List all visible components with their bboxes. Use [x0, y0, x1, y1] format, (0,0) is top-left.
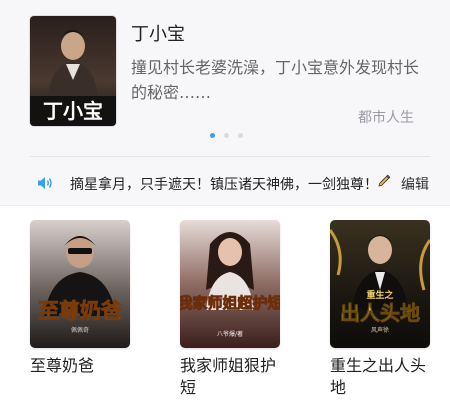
edit-button[interactable]: 编辑 — [401, 174, 429, 194]
carousel-dot-1[interactable] — [210, 133, 215, 138]
featured-book-genre: 都市人生 — [358, 110, 414, 126]
featured-book-title[interactable]: 丁小宝 — [131, 20, 185, 46]
carousel-dot-3[interactable] — [238, 133, 243, 138]
notice-marquee-text[interactable]: 摘星拿月，只手遮天！镇压诸天神佛，一剑独尊！ — [70, 174, 395, 194]
book-cover-art: 重生之 出人头地 风声徐 — [330, 220, 430, 348]
book-cover-art: 我家师姐超护短 八爷爆/著 — [180, 220, 280, 348]
book-cover[interactable]: 至尊奶爸 佩佩奇 — [30, 220, 130, 348]
book-cover-subtitle: 重生之 — [366, 289, 393, 301]
featured-cover-art: 丁小宝 — [30, 16, 116, 126]
book-cover-author: 风声徐 — [371, 326, 389, 334]
book-item[interactable]: 我家师姐超护短 八爷爆/著 我家师姐狠护短 — [180, 220, 280, 399]
book-cover[interactable]: 重生之 出人头地 风声徐 — [330, 220, 430, 348]
book-item[interactable]: 至尊奶爸 佩佩奇 至尊奶爸 — [30, 220, 130, 377]
book-cover[interactable]: 我家师姐超护短 八爷爆/著 — [180, 220, 280, 348]
featured-book-description: 撞见村长老婆洗澡，丁小宝意外发现村长的秘密…… — [131, 58, 420, 102]
book-cover-art: 至尊奶爸 佩佩奇 — [30, 220, 130, 348]
book-cover-author: 八爷爆/著 — [217, 330, 243, 338]
pencil-icon[interactable] — [377, 174, 391, 188]
book-cover-title: 我家师姐超护短 — [180, 294, 280, 312]
featured-book-card[interactable]: 丁小宝 丁小宝 撞见村长老婆洗澡，丁小宝意外发现村长的秘密…… 都市人生 摘星拿… — [0, 0, 450, 206]
book-cover-title: 出人头地 — [340, 301, 420, 325]
carousel-indicator[interactable] — [210, 133, 243, 138]
book-shelf: 至尊奶爸 佩佩奇 至尊奶爸 我家师姐超护短 八爷爆/著 我家师姐狠护短 重生之 … — [0, 206, 450, 400]
featured-cover-text: 丁小宝 — [43, 99, 103, 123]
book-item[interactable]: 重生之 出人头地 风声徐 重生之出人头地 — [330, 220, 430, 399]
divider — [30, 156, 430, 157]
book-cover-author: 佩佩奇 — [71, 326, 89, 334]
book-title[interactable]: 重生之出人头地 — [330, 355, 430, 399]
book-title[interactable]: 至尊奶爸 — [30, 355, 130, 377]
bookstore-page: 丁小宝 丁小宝 撞见村长老婆洗澡，丁小宝意外发现村长的秘密…… 都市人生 摘星拿… — [0, 0, 450, 400]
carousel-dot-2[interactable] — [224, 133, 229, 138]
featured-book-cover[interactable]: 丁小宝 — [30, 16, 116, 126]
book-title[interactable]: 我家师姐狠护短 — [180, 355, 280, 399]
speaker-icon — [38, 177, 52, 189]
book-cover-title: 至尊奶爸 — [38, 299, 122, 323]
